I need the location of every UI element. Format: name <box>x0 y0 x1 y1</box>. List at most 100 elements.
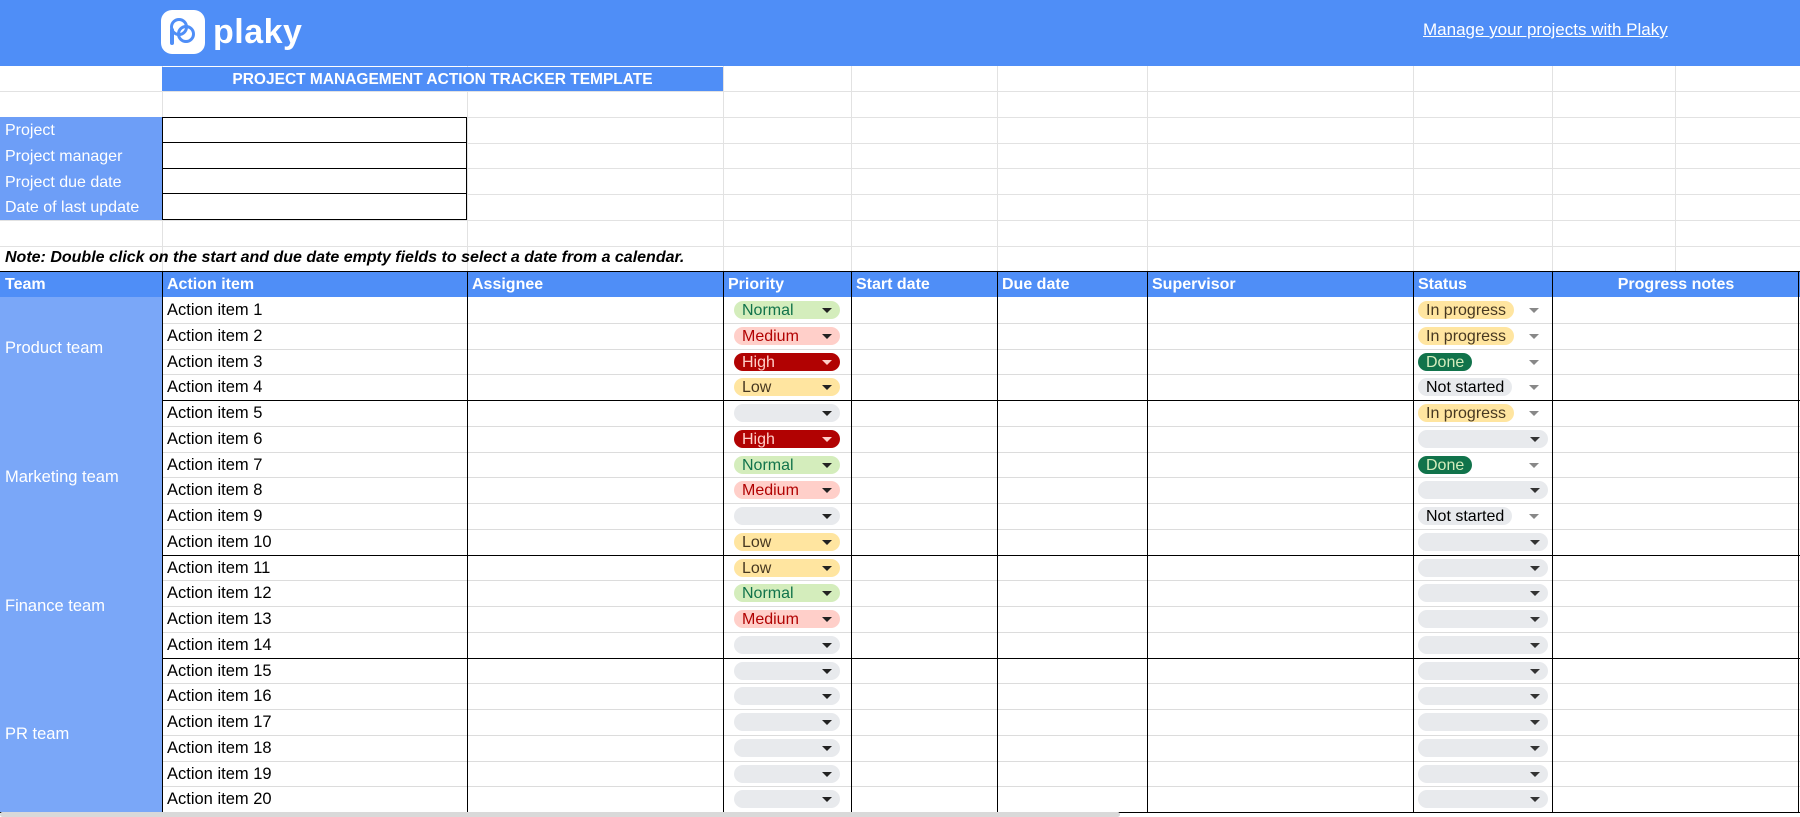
column-header[interactable]: Assignee <box>467 271 723 297</box>
status-dropdown[interactable] <box>1418 764 1548 783</box>
action-item-cell[interactable]: Action item 18 <box>162 735 467 761</box>
action-item-cell[interactable]: Action item 8 <box>162 477 467 503</box>
priority-dropdown[interactable]: Medium <box>734 326 840 345</box>
action-item-cell[interactable]: Action item 9 <box>162 503 467 529</box>
priority-dropdown[interactable]: Low <box>734 532 840 551</box>
column-header[interactable]: Supervisor <box>1147 271 1413 297</box>
column-header[interactable]: Due date <box>997 271 1147 297</box>
column-header[interactable]: Start date <box>851 271 997 297</box>
action-item-cell[interactable]: Action item 13 <box>162 606 467 632</box>
action-item-cell[interactable]: Action item 6 <box>162 426 467 452</box>
status-dropdown[interactable] <box>1418 790 1548 809</box>
action-item-cell[interactable]: Action item 3 <box>162 349 467 375</box>
chevron-down-icon <box>1530 565 1540 571</box>
column-header[interactable]: Priority <box>723 271 851 297</box>
brand-name: plaky <box>213 13 303 51</box>
action-item-cell[interactable]: Action item 20 <box>162 786 467 812</box>
status-dropdown[interactable] <box>1418 687 1548 706</box>
table-column-border <box>723 271 724 812</box>
action-item-cell[interactable]: Action item 19 <box>162 761 467 787</box>
priority-dropdown[interactable] <box>734 790 840 809</box>
status-chip[interactable]: In progress <box>1418 326 1515 345</box>
status-dropdown-arrow-icon[interactable] <box>1529 385 1539 391</box>
status-chip[interactable]: Done <box>1418 352 1473 371</box>
info-value-field[interactable] <box>162 141 467 169</box>
action-item-cell[interactable]: Action item 11 <box>162 555 467 581</box>
status-dropdown-arrow-icon[interactable] <box>1529 359 1539 365</box>
action-item-cell[interactable]: Action item 4 <box>162 374 467 400</box>
status-dropdown-arrow-icon[interactable] <box>1529 333 1539 339</box>
info-value-field[interactable] <box>162 117 467 143</box>
priority-dropdown[interactable] <box>734 404 840 422</box>
status-dropdown[interactable] <box>1418 635 1548 654</box>
priority-dropdown[interactable]: Normal <box>734 301 840 319</box>
status-dropdown[interactable] <box>1418 558 1548 577</box>
priority-dropdown[interactable]: Normal <box>734 455 840 474</box>
priority-dropdown[interactable] <box>734 687 840 706</box>
action-item-cell[interactable]: Action item 15 <box>162 658 467 684</box>
action-item-cell[interactable]: Action item 1 <box>162 297 467 323</box>
action-item-cell[interactable]: Action item 10 <box>162 529 467 555</box>
horizontal-scrollbar[interactable] <box>0 812 1120 817</box>
priority-dropdown[interactable]: Normal <box>734 584 840 603</box>
priority-dropdown[interactable]: Medium <box>734 610 840 628</box>
team-cell[interactable]: Finance team <box>0 554 162 658</box>
chevron-down-icon <box>1530 617 1540 622</box>
team-cell[interactable]: PR team <box>0 657 162 812</box>
info-value-field[interactable] <box>162 193 467 221</box>
column-header[interactable]: Status <box>1413 271 1552 297</box>
priority-dropdown[interactable]: Medium <box>734 481 840 500</box>
column-header[interactable]: Action item <box>162 271 467 297</box>
status-dropdown-arrow-icon[interactable] <box>1529 411 1539 416</box>
table-column-border <box>1798 271 1799 812</box>
grid-row-line <box>0 91 1800 92</box>
action-item-cell[interactable]: Action item 5 <box>162 400 467 426</box>
status-chip[interactable]: Not started <box>1418 378 1513 397</box>
status-chip[interactable]: In progress <box>1418 404 1515 422</box>
status-dropdown[interactable] <box>1418 429 1548 448</box>
priority-dropdown[interactable] <box>734 764 840 783</box>
info-value-field[interactable] <box>162 167 467 195</box>
priority-value: Normal <box>742 585 794 603</box>
team-cell[interactable]: Product team <box>0 297 162 400</box>
priority-dropdown[interactable] <box>734 635 840 654</box>
action-item-cell[interactable]: Action item 14 <box>162 632 467 658</box>
status-chip[interactable]: Not started <box>1418 507 1513 525</box>
status-dropdown[interactable] <box>1418 610 1548 628</box>
chevron-down-icon <box>822 308 832 313</box>
action-item-cell[interactable]: Action item 17 <box>162 709 467 735</box>
status-dropdown[interactable] <box>1418 532 1548 551</box>
priority-dropdown[interactable] <box>734 661 840 680</box>
action-item-cell[interactable]: Action item 7 <box>162 452 467 478</box>
priority-dropdown[interactable]: High <box>734 352 840 371</box>
chevron-down-icon <box>1530 539 1540 545</box>
status-dropdown-arrow-icon[interactable] <box>1529 462 1539 468</box>
status-dropdown-arrow-icon[interactable] <box>1529 308 1539 313</box>
priority-dropdown[interactable]: Low <box>734 378 840 397</box>
status-dropdown-arrow-icon[interactable] <box>1529 514 1539 519</box>
manage-projects-link[interactable]: Manage your projects with Plaky <box>1423 20 1668 40</box>
action-item-cell[interactable]: Action item 16 <box>162 683 467 709</box>
status-dropdown[interactable] <box>1418 738 1548 757</box>
status-dropdown[interactable] <box>1418 481 1548 500</box>
action-item-cell[interactable]: Action item 2 <box>162 323 467 349</box>
chevron-down-icon <box>822 462 832 468</box>
status-chip[interactable]: Done <box>1418 455 1473 474</box>
column-header[interactable]: Progress notes <box>1552 271 1800 297</box>
priority-dropdown[interactable] <box>734 713 840 731</box>
status-chip[interactable]: In progress <box>1418 301 1515 319</box>
status-dropdown[interactable] <box>1418 661 1548 680</box>
priority-dropdown[interactable] <box>734 738 840 757</box>
priority-value: Normal <box>742 456 794 474</box>
status-dropdown[interactable] <box>1418 713 1548 731</box>
priority-dropdown[interactable] <box>734 507 840 525</box>
priority-dropdown[interactable]: High <box>734 429 840 448</box>
plaky-logo-icon <box>161 10 205 54</box>
column-header[interactable]: Team <box>0 271 162 297</box>
plaky-logo[interactable]: plaky <box>161 10 302 54</box>
action-item-cell[interactable]: Action item 12 <box>162 580 467 606</box>
team-cell[interactable]: Marketing team <box>0 400 162 555</box>
priority-dropdown[interactable]: Low <box>734 558 840 577</box>
info-label: Project <box>0 117 162 143</box>
status-dropdown[interactable] <box>1418 584 1548 603</box>
